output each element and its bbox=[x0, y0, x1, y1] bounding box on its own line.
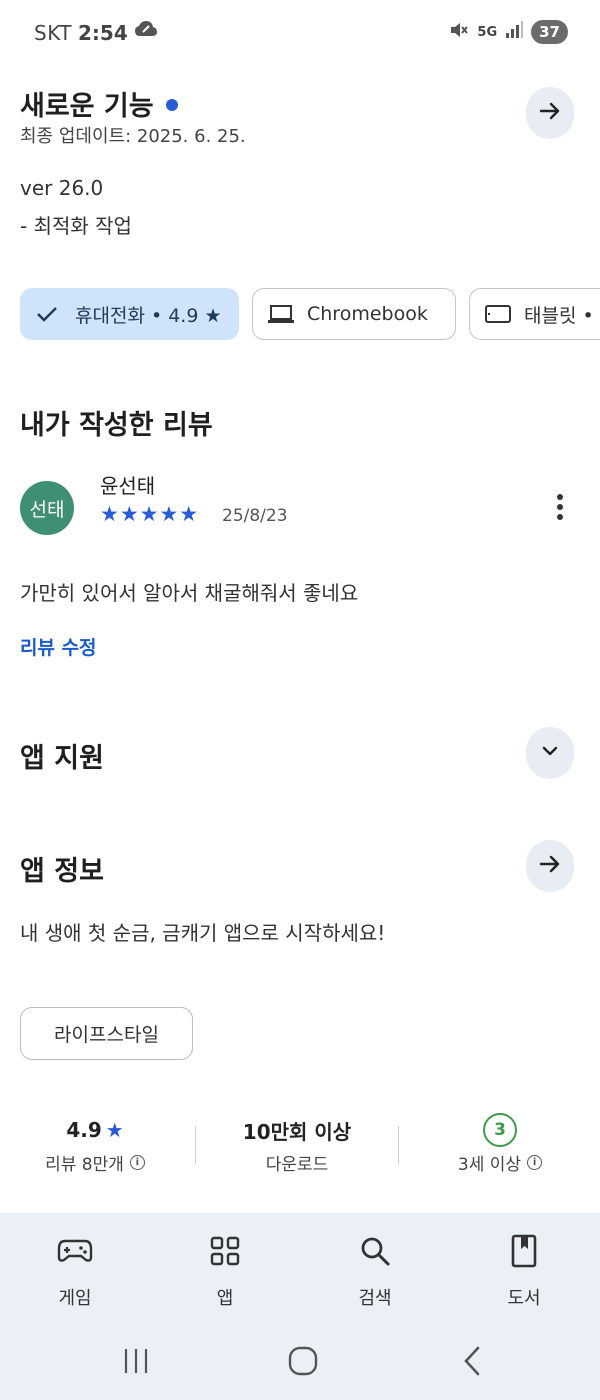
info-icon[interactable]: i bbox=[129, 1155, 145, 1170]
whats-new-title: 새로운 기능 bbox=[20, 84, 178, 123]
age-rating-label: 3세 이상 bbox=[457, 1155, 522, 1175]
battery-indicator: 37 bbox=[531, 20, 568, 44]
nav-search[interactable]: 검색 bbox=[315, 1213, 435, 1325]
info-icon[interactable]: i bbox=[527, 1155, 543, 1170]
star-icon: ★ bbox=[105, 1118, 124, 1142]
status-bar: SKT 2:54 5G 37 bbox=[0, 0, 600, 68]
last-updated: 최종 업데이트: 2025. 6. 25. bbox=[20, 126, 246, 147]
home-icon[interactable] bbox=[283, 1343, 323, 1379]
mute-icon bbox=[449, 20, 469, 44]
chip-chromebook[interactable]: Chromebook bbox=[252, 288, 456, 340]
status-left: SKT 2:54 bbox=[34, 20, 158, 45]
nav-apps-label: 앱 bbox=[216, 1288, 234, 1309]
app-info-arrow-button[interactable] bbox=[526, 840, 574, 892]
nav-games-label: 게임 bbox=[58, 1288, 92, 1309]
more-options-icon[interactable] bbox=[548, 491, 572, 523]
search-icon bbox=[315, 1233, 435, 1269]
chip-phone[interactable]: 휴대전화 • 4.9 ★ bbox=[20, 288, 239, 340]
network-type: 5G bbox=[477, 24, 498, 40]
check-icon bbox=[35, 304, 59, 324]
app-info-title: 앱 정보 bbox=[20, 856, 104, 887]
bottom-navigation: 게임 앱 검색 도서 bbox=[0, 1213, 600, 1325]
rating-value: 4.9 bbox=[66, 1118, 102, 1142]
back-icon[interactable] bbox=[452, 1343, 492, 1379]
nav-search-label: 검색 bbox=[358, 1288, 392, 1309]
tablet-icon bbox=[484, 303, 512, 325]
chip-chromebook-label: Chromebook bbox=[307, 303, 428, 325]
laptop-icon bbox=[267, 303, 295, 325]
nav-books[interactable]: 도서 bbox=[464, 1213, 584, 1325]
review-date: 25/8/23 bbox=[222, 506, 288, 526]
reviewer-name: 윤선태 bbox=[100, 474, 156, 498]
book-icon bbox=[464, 1233, 584, 1269]
app-stats: 4.9 ★ 리뷰 8만개 i 10만회 이상 다운로드 3 3세 이상 i bbox=[0, 1112, 600, 1182]
app-support-expand-button[interactable] bbox=[526, 727, 574, 779]
nav-games[interactable]: 게임 bbox=[15, 1213, 135, 1325]
divider bbox=[398, 1126, 399, 1164]
arrow-right-icon bbox=[538, 99, 562, 127]
nav-books-label: 도서 bbox=[507, 1288, 541, 1309]
carrier-label: SKT bbox=[34, 20, 72, 45]
edit-review-link[interactable]: 리뷰 수정 bbox=[20, 633, 97, 660]
whats-new-title-text: 새로운 기능 bbox=[20, 91, 154, 122]
new-indicator-dot bbox=[165, 98, 178, 111]
status-right: 5G 37 bbox=[449, 20, 568, 44]
downloads-value: 10만회 이상 bbox=[242, 1119, 352, 1144]
system-navigation bbox=[0, 1325, 600, 1400]
nav-apps[interactable]: 앱 bbox=[165, 1213, 285, 1325]
cloud-icon bbox=[134, 20, 158, 45]
chevron-down-icon bbox=[539, 740, 561, 766]
arrow-right-icon bbox=[538, 852, 562, 880]
downloads-label: 다운로드 bbox=[265, 1155, 329, 1175]
chip-tablet-label: 태블릿 • 4 bbox=[524, 304, 600, 327]
stat-rating: 4.9 ★ 리뷰 8만개 i bbox=[20, 1112, 170, 1175]
gamepad-icon bbox=[15, 1233, 135, 1269]
age-rating-badge: 3 bbox=[483, 1113, 517, 1147]
divider bbox=[195, 1126, 196, 1164]
signal-icon bbox=[505, 21, 524, 43]
stat-age: 3 3세 이상 i bbox=[425, 1112, 575, 1175]
version-text: ver 26.0 bbox=[20, 176, 104, 200]
my-review-title: 내가 작성한 리뷰 bbox=[20, 410, 213, 441]
app-description: 내 생애 첫 순금, 금캐기 앱으로 시작하세요! bbox=[20, 921, 386, 945]
category-tag[interactable]: 라이프스타일 bbox=[20, 1007, 193, 1060]
clock: 2:54 bbox=[77, 20, 128, 45]
app-support-title: 앱 지원 bbox=[20, 743, 104, 774]
whats-new-arrow-button[interactable] bbox=[526, 87, 574, 139]
chip-phone-label: 휴대전화 • 4.9 ★ bbox=[75, 304, 222, 327]
apps-grid-icon bbox=[165, 1233, 285, 1269]
recent-apps-icon[interactable] bbox=[116, 1343, 156, 1379]
release-notes: - 최적화 작업 bbox=[20, 214, 132, 238]
star-rating: ★★★★★ bbox=[100, 502, 200, 526]
stat-downloads: 10만회 이상 다운로드 bbox=[212, 1112, 382, 1176]
review-text: 가만히 있어서 알아서 채굴해줘서 좋네요 bbox=[20, 581, 359, 605]
review-count: 리뷰 8만개 bbox=[45, 1155, 124, 1175]
avatar: 선태 bbox=[20, 481, 74, 535]
chip-tablet[interactable]: 태블릿 • 4 bbox=[469, 288, 600, 340]
